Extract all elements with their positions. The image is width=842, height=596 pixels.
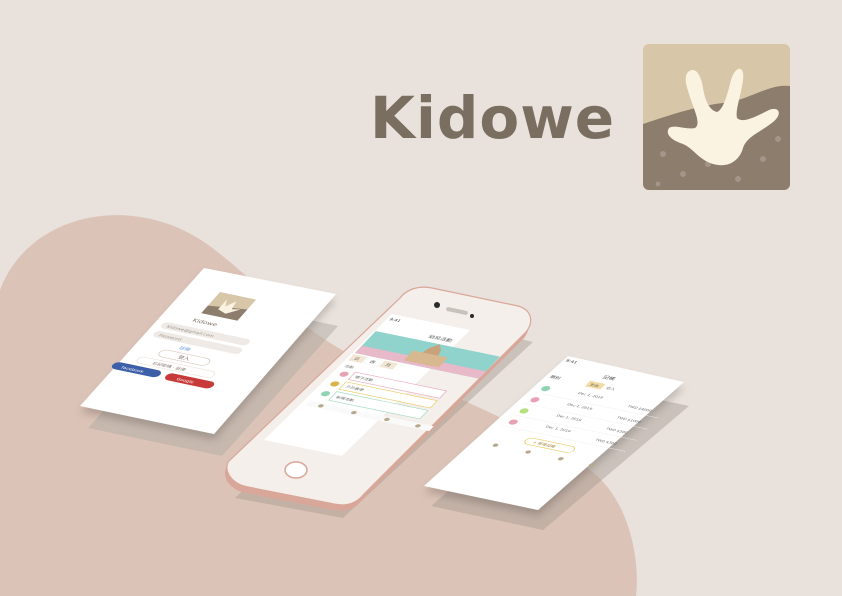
poster-stage: Kidowe Kidowe Kidowe@gmail.com Password …: [0, 0, 842, 596]
device-mockups: Kidowe Kidowe@gmail.com Password 註冊 登入 忘…: [80, 268, 689, 530]
home-button[interactable]: [284, 461, 308, 479]
